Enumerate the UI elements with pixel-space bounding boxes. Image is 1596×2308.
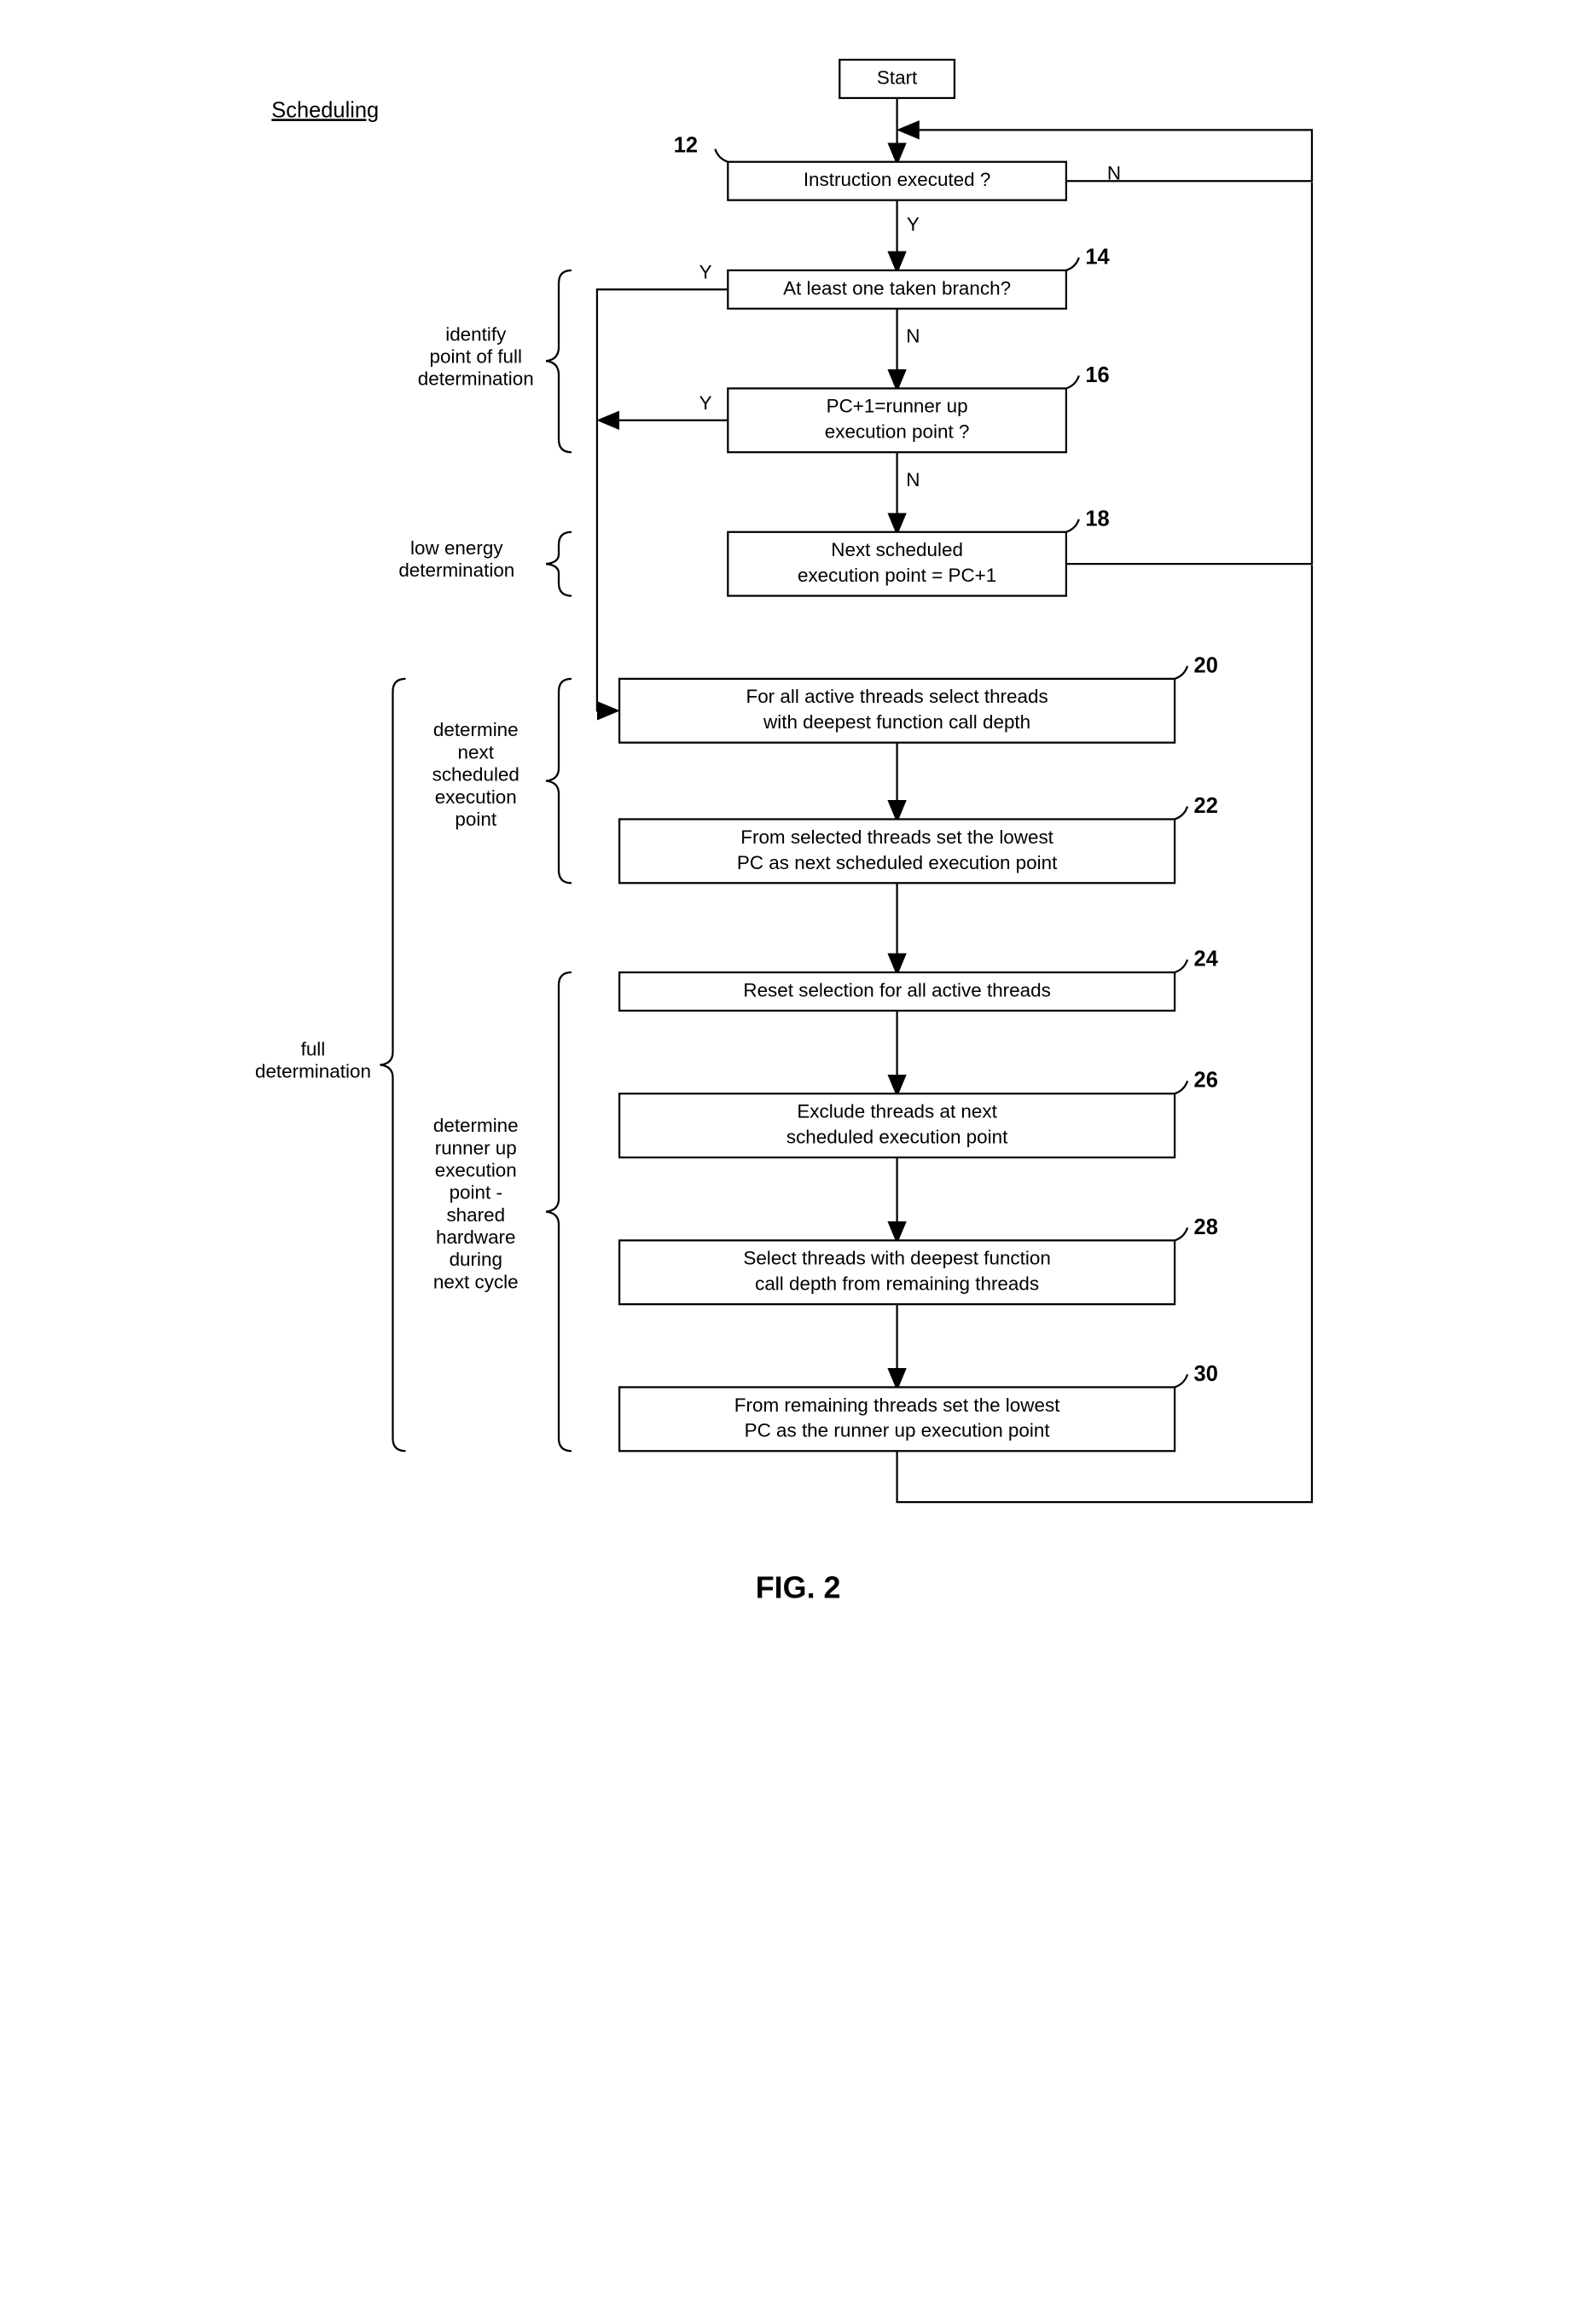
label-22: 22 [1193, 794, 1217, 818]
label-26: 26 [1193, 1069, 1217, 1093]
edge-16-y: Y [699, 392, 711, 414]
label-18: 18 [1085, 507, 1109, 531]
node-22-l2: PC as next scheduled execution point [736, 852, 1057, 873]
brace-5-l3: execution [434, 1159, 516, 1180]
node-30-l1: From remaining threads set the lowest [734, 1395, 1059, 1416]
flowchart-diagram: Scheduling Start Instruction executed ? … [201, 34, 1396, 1761]
label-16: 16 [1085, 363, 1109, 387]
figure-label: FIG. 2 [755, 1569, 840, 1604]
brace-3-l2: next [457, 741, 494, 763]
node-28-l1: Select threads with deepest function [743, 1248, 1050, 1269]
brace-5-l4: point - [449, 1182, 502, 1203]
node-22-l1: From selected threads set the lowest [740, 826, 1053, 848]
label-30: 30 [1193, 1362, 1217, 1386]
node-30-l2: PC as the runner up execution point [744, 1420, 1050, 1441]
brace-3-l5: point [455, 809, 496, 830]
node-28-l2: call depth from remaining threads [755, 1273, 1039, 1295]
brace-3-l3: scheduled [432, 764, 519, 786]
node-24: Reset selection for all active threads [743, 979, 1050, 1000]
edge-12-y: Y [906, 214, 919, 235]
label-20: 20 [1193, 653, 1217, 677]
brace-5-l6: hardware [435, 1226, 515, 1248]
diagram-heading: Scheduling [271, 98, 379, 122]
brace-1-l3: determination [417, 368, 533, 390]
brace-4-l2: determination [254, 1061, 370, 1082]
node-12: Instruction executed ? [803, 169, 990, 190]
brace-3-l4: execution [434, 786, 516, 808]
label-12: 12 [673, 134, 697, 158]
edge-16-n: N [906, 469, 920, 490]
node-26-l1: Exclude threads at next [797, 1101, 997, 1122]
node-14: At least one taken branch? [783, 277, 1011, 299]
brace-2-l1: low energy [410, 537, 503, 559]
edge-14-n: N [906, 325, 920, 346]
edge-14-y: Y [699, 262, 711, 283]
label-28: 28 [1193, 1215, 1217, 1239]
node-18-l2: execution point = PC+1 [797, 565, 995, 586]
label-14: 14 [1085, 245, 1110, 269]
brace-4-l1: full [300, 1038, 325, 1059]
node-20-l2: with deepest function call depth [763, 711, 1030, 733]
node-26-l2: scheduled execution point [786, 1127, 1007, 1148]
brace-3-l1: determine [432, 719, 518, 740]
node-16-l1: PC+1=runner up [826, 396, 967, 417]
brace-1-l1: identify [445, 323, 507, 345]
brace-2-l2: determination [398, 560, 514, 581]
label-24: 24 [1193, 948, 1218, 971]
brace-5-l7: during [449, 1249, 502, 1270]
node-20-l1: For all active threads select threads [746, 686, 1048, 707]
brace-5-l1: determine [432, 1115, 518, 1136]
brace-5-l2: runner up [434, 1137, 516, 1158]
brace-5-l8: next cycle [432, 1271, 518, 1292]
node-16-l2: execution point ? [824, 421, 969, 443]
start-node: Start [876, 67, 917, 88]
node-18-l1: Next scheduled [831, 539, 963, 560]
brace-1-l2: point of full [429, 345, 522, 367]
brace-5-l5: shared [446, 1204, 505, 1226]
